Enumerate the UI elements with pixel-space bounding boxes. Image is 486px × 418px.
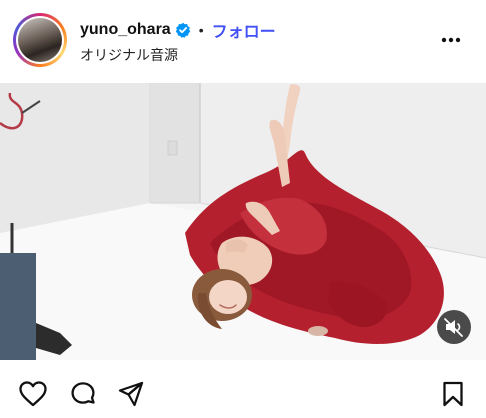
speaker-muted-icon[interactable] xyxy=(437,310,471,344)
paper-plane-icon[interactable] xyxy=(117,380,145,413)
more-horizontal-icon[interactable] xyxy=(436,28,466,52)
heart-icon[interactable] xyxy=(18,380,48,413)
action-bar xyxy=(0,368,486,418)
avatar-photo xyxy=(18,18,62,62)
post-header: yuno_ohara • フォロー オリジナル音源 xyxy=(0,0,486,80)
avatar[interactable] xyxy=(13,13,67,67)
audio-label[interactable]: オリジナル音源 xyxy=(80,45,178,65)
username-row: yuno_ohara • フォロー xyxy=(80,19,276,41)
username-link[interactable]: yuno_ohara xyxy=(80,21,171,39)
separator-dot: • xyxy=(198,22,204,38)
comment-bubble-icon[interactable] xyxy=(69,380,97,413)
verified-badge-icon xyxy=(175,22,191,38)
bookmark-icon[interactable] xyxy=(441,380,465,413)
post-video[interactable] xyxy=(0,83,486,360)
follow-button[interactable]: フォロー xyxy=(212,18,276,42)
